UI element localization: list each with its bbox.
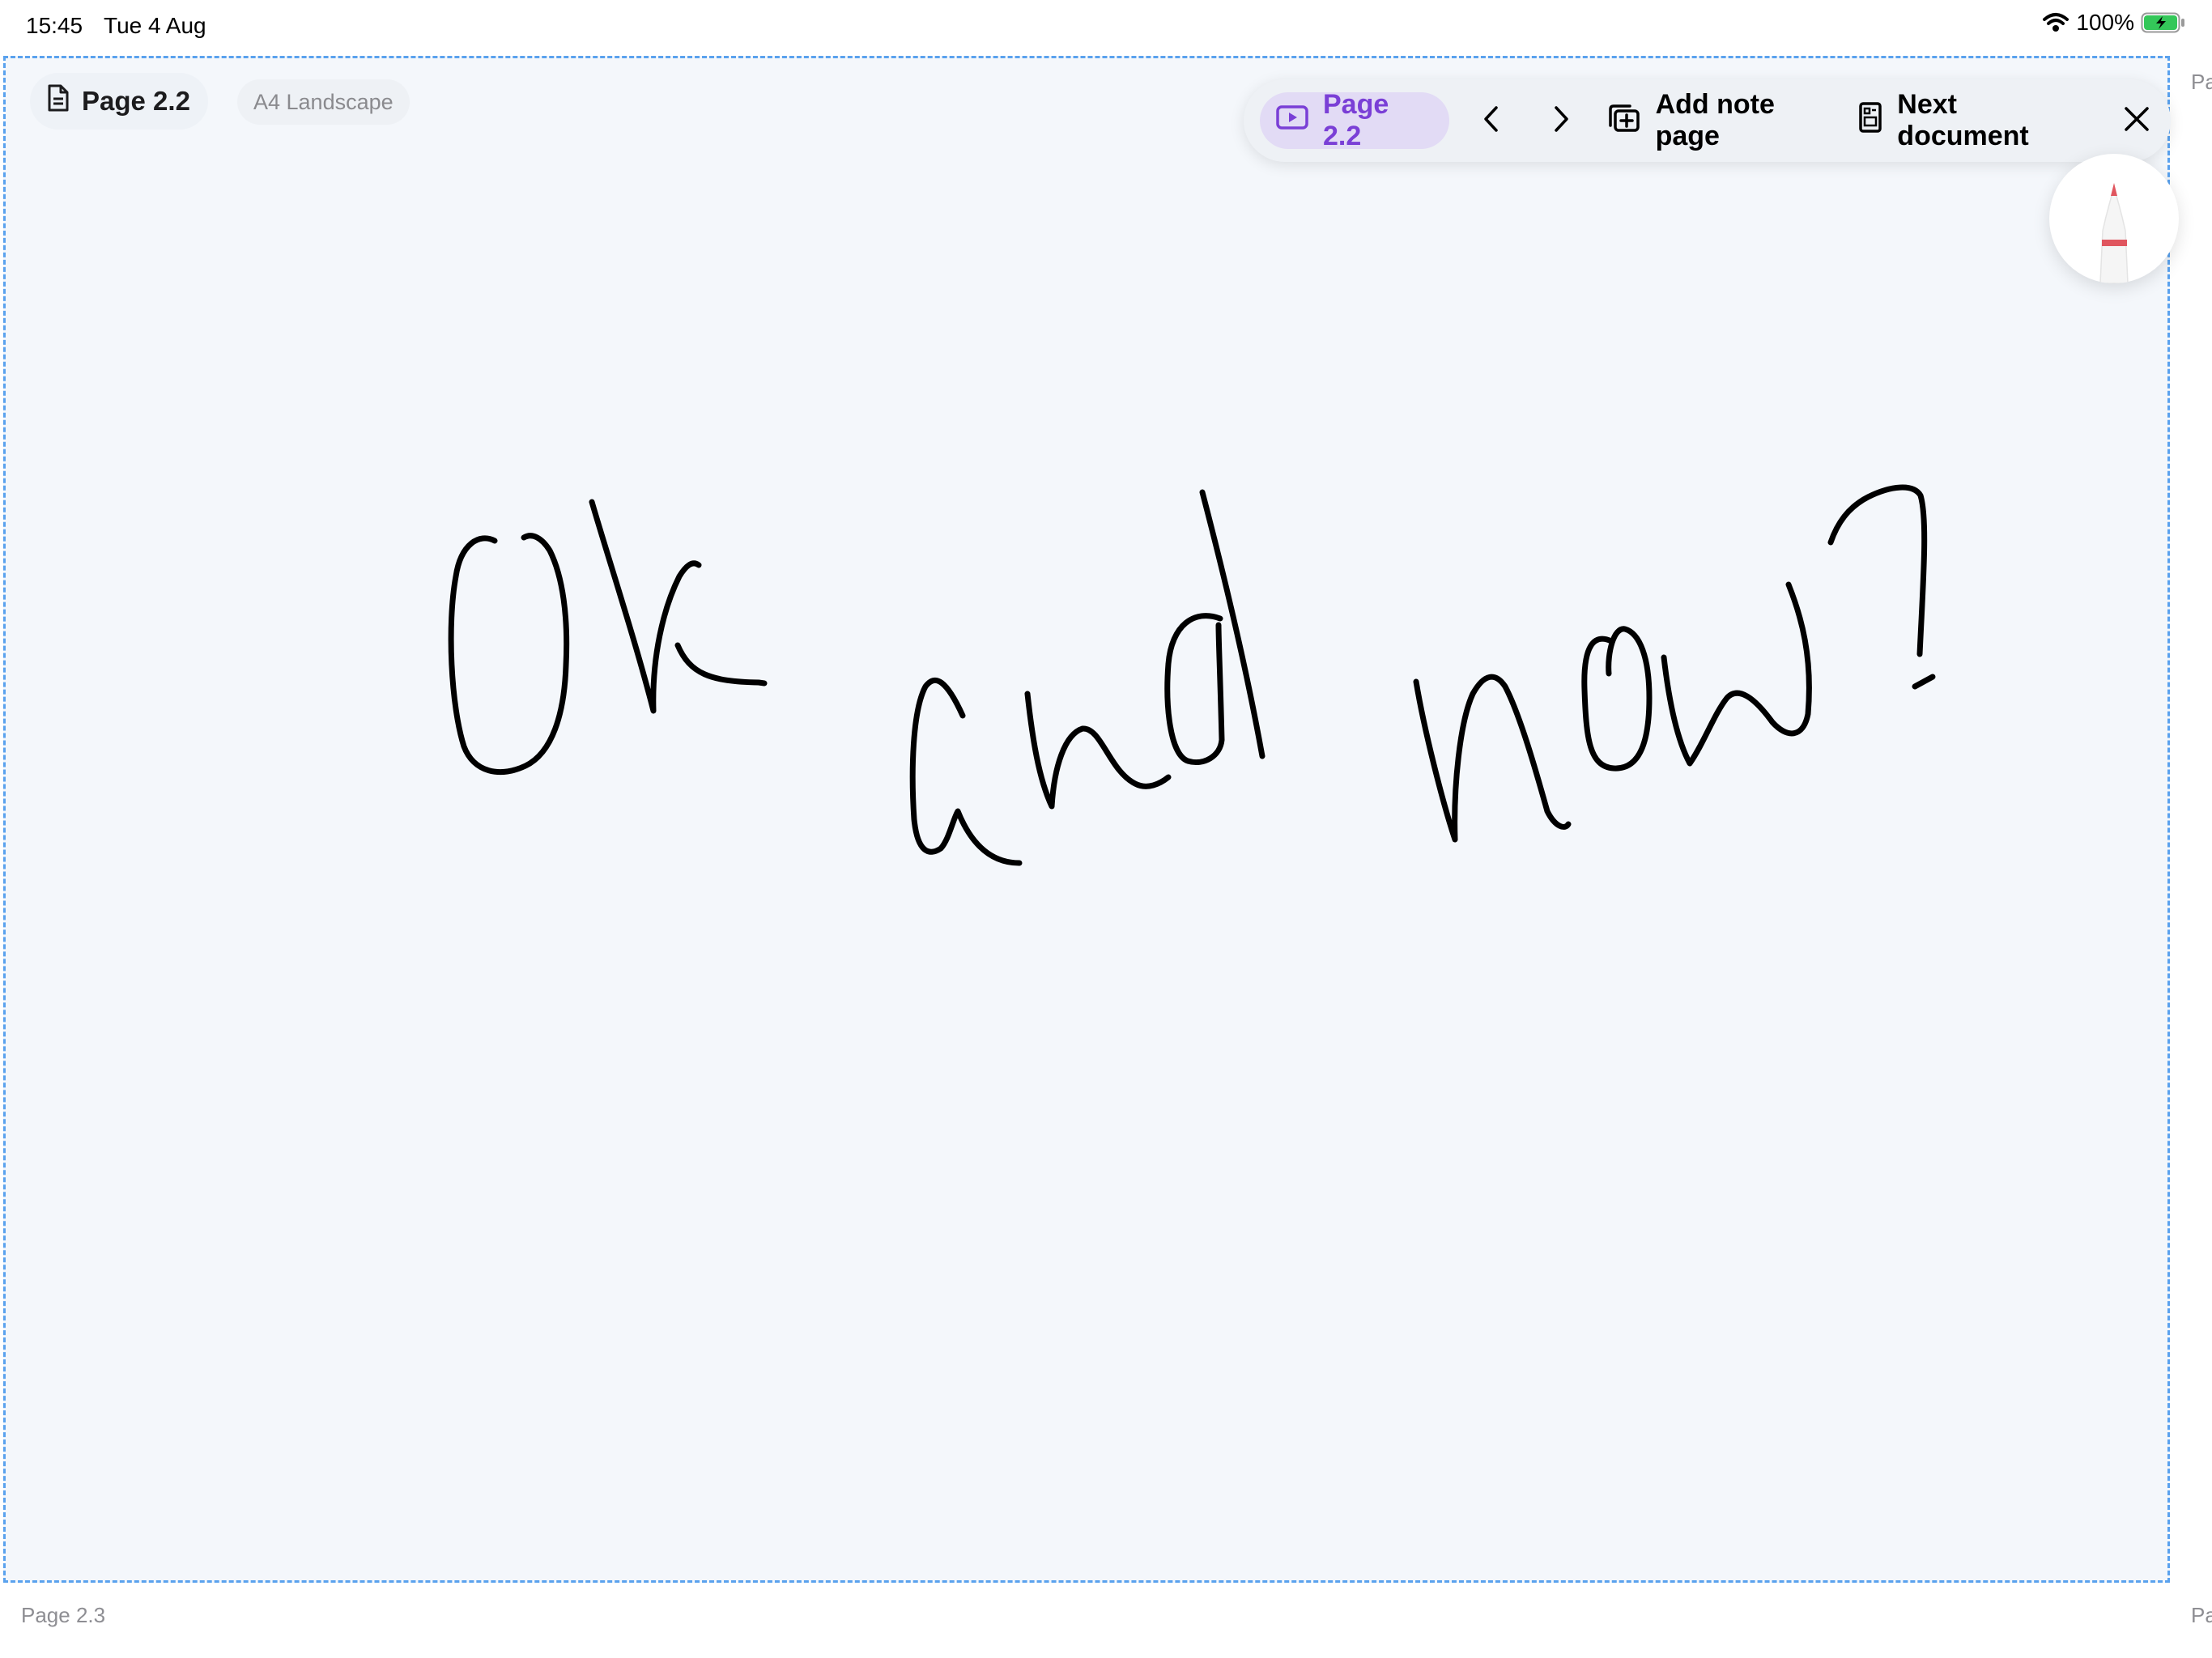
close-toolbar-button[interactable] xyxy=(2118,92,2156,149)
battery-charging-icon xyxy=(2141,11,2186,34)
page-format-text: A4 Landscape xyxy=(253,89,393,114)
play-rectangle-icon xyxy=(1276,104,1308,138)
handwriting-word-now xyxy=(1413,484,1936,843)
app-window: 15:45 Tue 4 Aug 100% P Pa xyxy=(0,0,2212,1658)
document-icon xyxy=(46,83,70,119)
current-page-label: Page 2.2 xyxy=(1323,89,1389,151)
handwriting-word-ok xyxy=(448,499,768,775)
presentation-toolbar: Page 2.2 Add note page Next document xyxy=(1244,79,2171,162)
chevron-right-icon xyxy=(1551,104,1571,138)
next-document-button[interactable]: Next document xyxy=(1858,89,2093,152)
add-note-page-label: Add note page xyxy=(1655,89,1775,151)
status-time: 15:45 xyxy=(26,13,83,38)
battery-percentage: 100% xyxy=(2076,10,2134,35)
status-bar: 15:45 Tue 4 Aug 100% xyxy=(0,0,2212,52)
status-right: 100% xyxy=(2042,10,2186,36)
add-page-icon xyxy=(1606,101,1641,141)
status-date: Tue 4 Aug xyxy=(104,13,206,38)
neighbor-page-label-bottom-right: Pa xyxy=(2191,1603,2212,1627)
handwriting-ink xyxy=(448,484,1936,866)
page-title-pill[interactable]: Page 2.2 xyxy=(30,73,208,130)
current-page-button[interactable]: Page 2.2 xyxy=(1260,89,1449,151)
chevron-left-icon xyxy=(1482,104,1501,138)
add-note-page-button[interactable]: Add note page xyxy=(1606,89,1844,152)
page-title: Page 2.2 xyxy=(82,86,190,116)
pencil-tool-button[interactable] xyxy=(2049,154,2179,283)
pencil-icon xyxy=(2099,183,2129,283)
neighbor-page-label-right: Pa xyxy=(2191,70,2212,94)
close-icon xyxy=(2123,105,2150,137)
handwriting-word-and xyxy=(909,489,1266,866)
wifi-icon xyxy=(2042,11,2069,34)
neighbor-page-label-bottom: Page 2.3 xyxy=(21,1603,106,1627)
previous-page-button[interactable] xyxy=(1472,92,1512,149)
document-scan-icon xyxy=(1858,101,1882,141)
next-document-label: Next document xyxy=(1897,89,2029,151)
note-page-canvas[interactable]: Page 2.2 A4 Landscape xyxy=(3,56,2170,1583)
page-format-label: A4 Landscape xyxy=(237,79,410,125)
next-page-button[interactable] xyxy=(1541,92,1580,149)
